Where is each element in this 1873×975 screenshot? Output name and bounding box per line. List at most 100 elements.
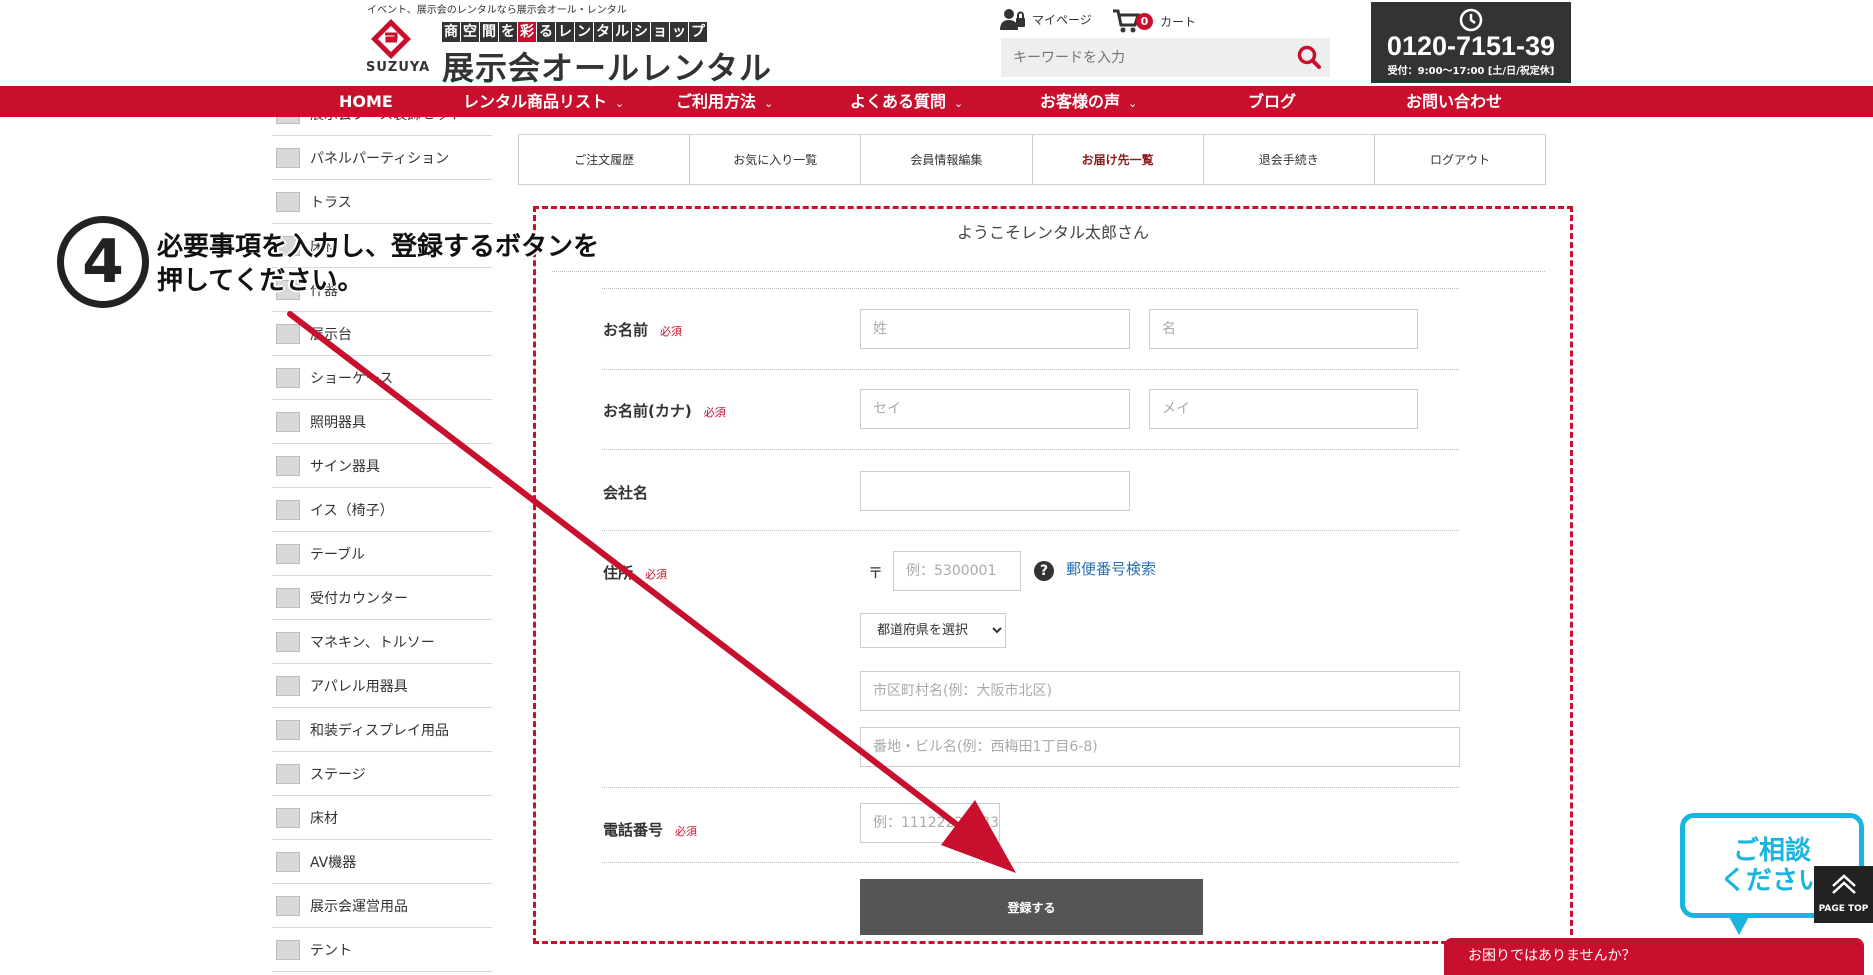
- nav-item-voices[interactable]: お客様の声 ⌄: [1040, 86, 1137, 117]
- sidebar-item-label: テント: [310, 942, 352, 959]
- logo-subtitle-char: 間: [480, 22, 498, 42]
- tab-order-history[interactable]: ご注文履歴: [519, 135, 691, 184]
- category-thumbnail-icon: [276, 191, 300, 212]
- sidebar-category-item[interactable]: マネキン、トルソー: [272, 620, 492, 664]
- nav-item-contact[interactable]: お問い合わせ: [1406, 86, 1502, 117]
- company-field[interactable]: [860, 471, 1130, 511]
- logo-subtitle-char: ン: [575, 22, 593, 42]
- nav-label: よくある質問: [850, 92, 947, 111]
- consult-text: ご相談: [1732, 836, 1811, 866]
- tab-label: ご注文履歴: [574, 153, 635, 167]
- sidebar-category-item[interactable]: AV機器: [272, 840, 492, 884]
- help-icon[interactable]: ?: [1034, 561, 1054, 581]
- prefecture-select[interactable]: 都道府県を選択: [860, 613, 1006, 648]
- sidebar-category-item[interactable]: パネルパーティション: [272, 136, 492, 180]
- sidebar-item-label: AV機器: [310, 854, 357, 871]
- search-bar: [1001, 38, 1330, 77]
- nav-item-how-to-use[interactable]: ご利用方法 ⌄: [676, 86, 773, 117]
- tab-label: お気に入り一覧: [733, 153, 818, 167]
- sidebar-category-item[interactable]: テーブル: [272, 532, 492, 576]
- category-thumbnail-icon: [276, 807, 300, 828]
- mypage-label: マイページ: [1032, 12, 1092, 27]
- sidebar-category-item[interactable]: テント: [272, 928, 492, 972]
- sidebar-category-item[interactable]: 展示台: [272, 312, 492, 356]
- first-name-kana-field[interactable]: [1149, 389, 1418, 429]
- sidebar-category-item[interactable]: 照明器具: [272, 400, 492, 444]
- nav-label: ブログ: [1248, 92, 1297, 111]
- mypage-link[interactable]: マイページ: [1000, 8, 1092, 30]
- divider: [602, 862, 1459, 863]
- phone-field[interactable]: [860, 803, 1000, 843]
- sidebar-item-label: 照明器具: [310, 414, 366, 431]
- tab-favorites[interactable]: お気に入り一覧: [690, 135, 862, 184]
- sidebar-item-label: ショーケース: [310, 370, 394, 387]
- sidebar-category-item[interactable]: 展示会運営用品: [272, 884, 492, 928]
- phone-contact-box[interactable]: 0120-7151-39 受付：9:00〜17:00 [土/日/祝定休]: [1371, 2, 1571, 83]
- logo-subtitle-char: シ: [632, 22, 650, 42]
- sidebar-item-label: 受付カウンター: [310, 590, 408, 607]
- logo-subtitle: 商空間を彩るレンタルショップ: [442, 22, 708, 42]
- category-thumbnail-icon: [276, 587, 300, 608]
- tab-label: ログアウト: [1429, 153, 1490, 167]
- cart-link[interactable]: 0 カート: [1112, 8, 1196, 34]
- last-name-kana-field[interactable]: [860, 389, 1130, 429]
- nav-item-home[interactable]: HOME: [339, 86, 393, 117]
- sidebar-category-item[interactable]: 受付カウンター: [272, 576, 492, 620]
- tab-label: 会員情報編集: [910, 153, 983, 167]
- sidebar-item-label: 展示会ブース装飾セット: [310, 117, 463, 124]
- cart-label: カート: [1160, 14, 1197, 29]
- zip-search-link[interactable]: 郵便番号検索: [1066, 558, 1156, 579]
- nav-item-blog[interactable]: ブログ: [1248, 86, 1296, 117]
- category-thumbnail-icon: [276, 763, 300, 784]
- street-field[interactable]: [860, 727, 1460, 767]
- header-tagline: イベント、展示会のレンタルなら展示会オール・レンタル: [367, 5, 627, 16]
- category-thumbnail-icon: [276, 631, 300, 652]
- city-field[interactable]: [860, 671, 1460, 711]
- nav-item-rental-list[interactable]: レンタル商品リスト ⌄: [463, 86, 624, 117]
- page-top-button[interactable]: PAGE TOP: [1814, 866, 1873, 923]
- sidebar-category-item[interactable]: 床材: [272, 796, 492, 840]
- sidebar-item-label: アパレル用器具: [310, 678, 408, 695]
- logo-subtitle-char: 空: [461, 22, 479, 42]
- first-name-field[interactable]: [1149, 309, 1418, 349]
- clock-phone-icon: [1459, 8, 1483, 32]
- zip-code-field[interactable]: [893, 551, 1021, 591]
- sidebar-category-item[interactable]: トラス: [272, 180, 492, 224]
- phone-label: 電話番号 必須: [603, 821, 698, 839]
- sidebar-category-item[interactable]: アパレル用器具: [272, 664, 492, 708]
- sidebar-category-item[interactable]: ステージ: [272, 752, 492, 796]
- sidebar-category-item[interactable]: サイン器具: [272, 444, 492, 488]
- sidebar-category-item[interactable]: イス（椅子）: [272, 488, 492, 532]
- category-thumbnail-icon: [276, 939, 300, 960]
- suzuya-logo-icon[interactable]: [370, 18, 412, 60]
- chevron-down-icon: ⌄: [615, 97, 625, 110]
- tab-delivery-addresses[interactable]: お届け先一覧: [1033, 135, 1204, 184]
- page-top-label: PAGE TOP: [1818, 904, 1869, 914]
- logo-subtitle-char: ッ: [670, 22, 688, 42]
- register-button[interactable]: 登録する: [860, 879, 1203, 935]
- category-thumbnail-icon: [276, 367, 300, 388]
- tab-logout[interactable]: ログアウト: [1375, 135, 1545, 184]
- sidebar-category-item[interactable]: ショーケース: [272, 356, 492, 400]
- sidebar-item-label: パネルパーティション: [310, 150, 450, 167]
- instruction-line: 押してください。: [157, 266, 364, 296]
- tab-edit-member-info[interactable]: 会員情報編集: [861, 135, 1033, 184]
- phone-number: 0120-7151-39: [1386, 31, 1556, 61]
- sidebar-category-item[interactable]: 展示会ブース装飾セット: [272, 117, 492, 136]
- company-label: 会社名: [603, 484, 649, 502]
- sidebar-item-label: ステージ: [310, 766, 366, 783]
- category-thumbnail-icon: [276, 499, 300, 520]
- divider: [602, 787, 1459, 788]
- sidebar-item-label: 展示台: [310, 326, 352, 343]
- nav-item-faq[interactable]: よくある質問 ⌄: [850, 86, 963, 117]
- search-icon[interactable]: [1296, 44, 1322, 70]
- logo-subtitle-char: 彩: [518, 22, 536, 42]
- logo-main-text[interactable]: 展示会オールレンタル: [442, 43, 772, 89]
- sidebar-item-label: マネキン、トルソー: [310, 634, 435, 651]
- search-input[interactable]: [1001, 38, 1281, 77]
- sidebar-category-item[interactable]: 和装ディスプレイ用品: [272, 708, 492, 752]
- category-thumbnail-icon: [276, 411, 300, 432]
- help-chat-bar[interactable]: お困りではありませんか？: [1444, 938, 1864, 975]
- tab-withdraw[interactable]: 退会手続き: [1204, 135, 1375, 184]
- last-name-field[interactable]: [860, 309, 1130, 349]
